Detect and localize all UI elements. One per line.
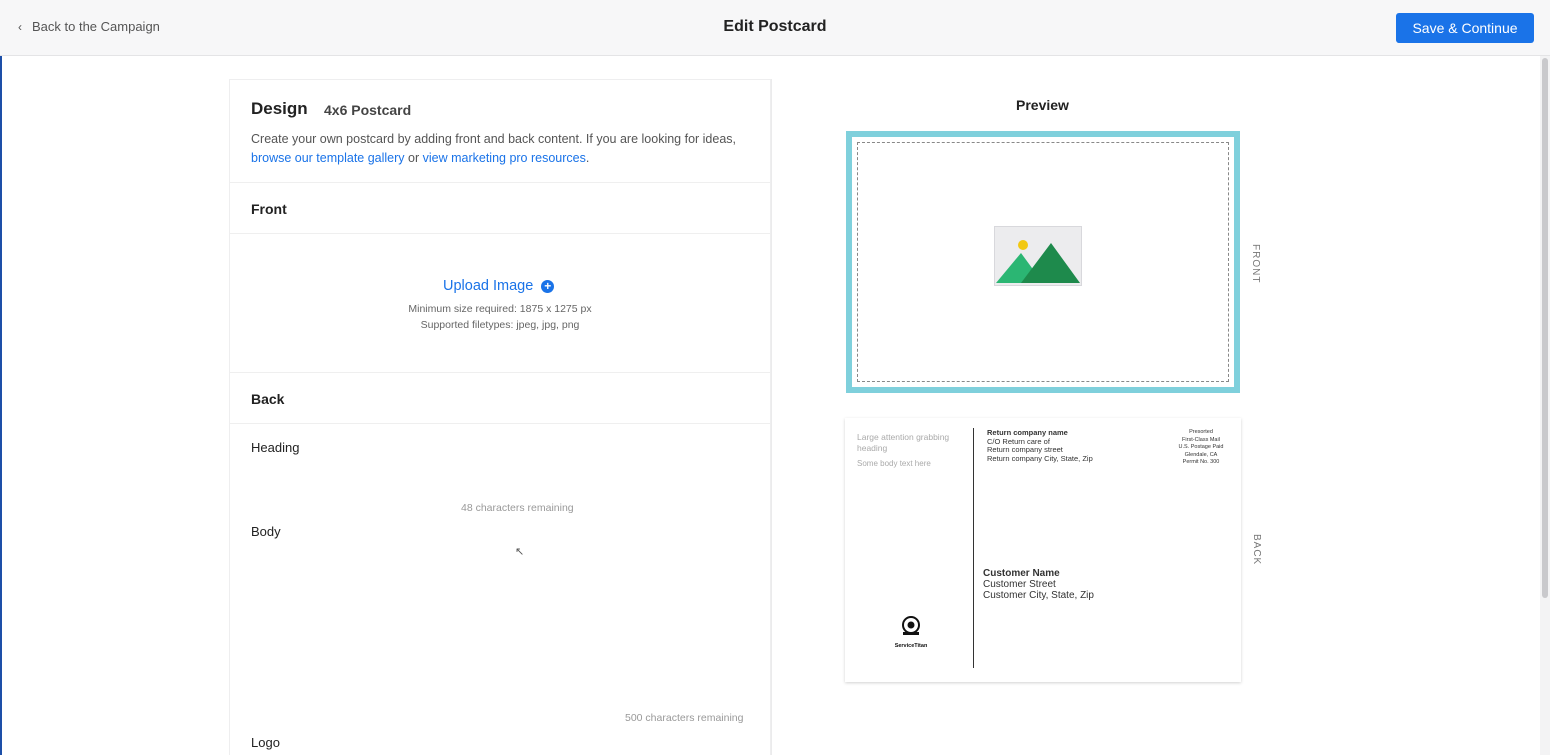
postage-line: U.S. Postage Paid (1178, 444, 1224, 450)
intro-or: or (404, 151, 423, 165)
postage-indicia: Presorted First-Class Mail U.S. Postage … (1171, 429, 1231, 467)
customer-address: Customer Name Customer Street Customer C… (983, 568, 1094, 601)
upload-min-size: Minimum size required: 1875 x 1275 px (408, 303, 592, 315)
marketing-resources-link[interactable]: view marketing pro resources (423, 151, 586, 165)
intro-text: Create your own postcard by adding front… (251, 132, 737, 146)
body-field-label: Body (251, 524, 281, 539)
divider (230, 423, 770, 424)
postcard-size-label: 4x6 Postcard (324, 102, 412, 118)
upload-image-button[interactable]: Upload Image + (443, 278, 555, 294)
divider (230, 372, 770, 373)
back-side-label: BACK (1251, 534, 1262, 566)
intro-end: . (585, 151, 590, 165)
logo-field-label: Logo (251, 735, 280, 750)
window-edge (0, 56, 2, 755)
page-scrollbar[interactable] (1540, 56, 1550, 755)
company-logo: ServiceTitan (883, 615, 939, 649)
body-textarea[interactable] (251, 546, 753, 710)
page-title: Edit Postcard (723, 18, 827, 35)
image-placeholder-icon (994, 226, 1082, 286)
heading-input[interactable] (251, 462, 753, 494)
divider (230, 182, 770, 183)
customer-street: Customer Street (983, 579, 1056, 590)
top-bar: ‹ Back to the Campaign Edit Postcard Sav… (0, 0, 1550, 56)
heading-field-label: Heading (251, 440, 300, 455)
back-section-title: Back (251, 391, 285, 407)
postage-line: Presorted (1189, 429, 1213, 435)
design-title: Design (251, 99, 308, 118)
front-section-title: Front (251, 201, 287, 217)
customer-city: Customer City, State, Zip (983, 590, 1094, 601)
panel-divider (771, 79, 772, 755)
return-address: Return company name C/O Return care of R… (987, 428, 1093, 463)
upload-filetypes: Supported filetypes: jpeg, jpg, png (420, 319, 580, 331)
design-panel: Design 4x6 Postcard Create your own post… (229, 79, 771, 755)
body-char-counter: 500 characters remaining (625, 712, 744, 724)
back-preview-card[interactable]: Large attention grabbing heading Some bo… (845, 418, 1241, 682)
logo-text: ServiceTitan (894, 643, 928, 649)
upload-image-label: Upload Image (443, 278, 534, 294)
customer-name: Customer Name (983, 568, 1060, 579)
divider (230, 233, 770, 234)
postage-line: First-Class Mail (1182, 436, 1220, 443)
template-gallery-link[interactable]: browse our template gallery (251, 151, 405, 165)
design-intro: Create your own postcard by adding front… (251, 130, 761, 168)
front-side-label: FRONT (1250, 244, 1261, 284)
postage-line: Glendale, CA (1184, 451, 1218, 458)
save-continue-button[interactable]: Save & Continue (1396, 13, 1534, 43)
plus-circle-icon: + (541, 279, 555, 293)
front-preview-card[interactable] (846, 131, 1240, 393)
logo-mark-icon (902, 616, 920, 635)
return-line: Return company City, State, Zip (987, 453, 1093, 463)
back-body-placeholder: Some body text here (857, 459, 931, 468)
mouse-cursor-icon: ↖ (515, 546, 525, 558)
back-heading-placeholder: Large attention grabbing heading (857, 432, 950, 453)
preview-title: Preview (1016, 97, 1069, 113)
heading-char-counter: 48 characters remaining (461, 502, 574, 514)
postage-line: Permit No. 300 (1182, 459, 1220, 465)
back-card-divider (973, 428, 974, 668)
scrollbar-thumb[interactable] (1542, 58, 1548, 598)
